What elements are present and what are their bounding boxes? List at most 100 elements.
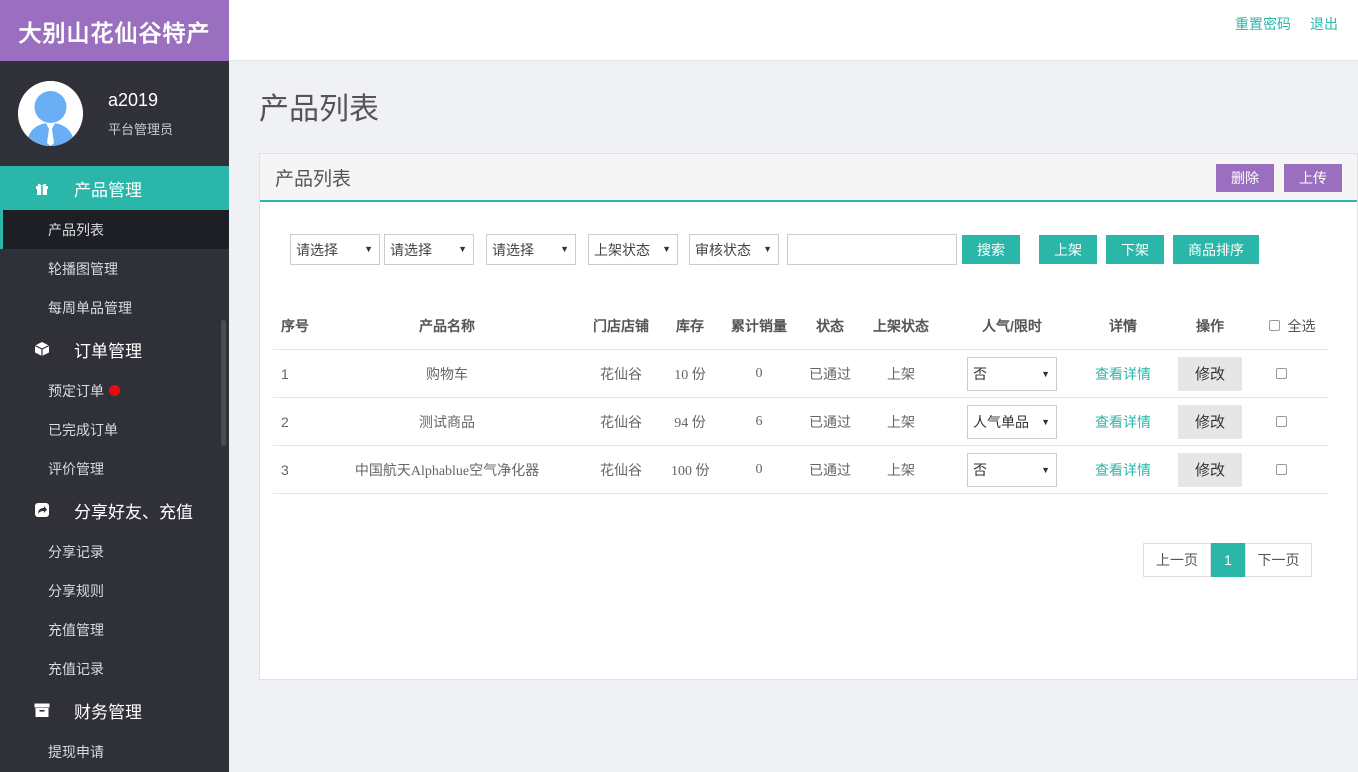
category-select-1[interactable]: 请选择 ▼ <box>290 234 380 265</box>
page-title: 产品列表 <box>259 93 379 126</box>
table-row: 1 购物车 花仙谷 10 份 0 已通过 上架 否 ▼ 查看详情 修改 <box>273 350 1328 398</box>
view-detail-link[interactable]: 查看详情 <box>1073 460 1173 480</box>
product-table: 序号 产品名称 门店店铺 库存 累计销量 状态 上架状态 人气/限时 详情 操作… <box>273 302 1328 494</box>
nav-item-reserved-orders[interactable]: 预定订单 <box>0 371 229 410</box>
nav-item-product-list[interactable]: 产品列表 <box>0 210 229 249</box>
nav-group-share[interactable]: 分享好友、充值 <box>0 488 229 532</box>
delete-button[interactable]: 删除 <box>1216 164 1274 192</box>
cell-popular: 否 ▼ <box>951 452 1073 487</box>
filter-bar: 请选择 ▼ 请选择 ▼ 请选择 ▼ 上架状态 ▼ 审核状态 ▼ 搜索 上架 下架 商品排序 <box>290 234 1259 265</box>
table-header: 序号 产品名称 门店店铺 库存 累计销量 状态 上架状态 人气/限时 详情 操作… <box>273 302 1328 350</box>
view-detail-link[interactable]: 查看详情 <box>1073 364 1173 384</box>
nav-group-products[interactable]: 产品管理 <box>0 166 229 210</box>
review-status-select[interactable]: 审核状态 ▼ <box>689 234 779 265</box>
top-bar: 重置密码 退出 <box>229 0 1358 61</box>
nav-group-label: 分享好友、充值 <box>74 502 193 522</box>
nav-item-recharge-manage[interactable]: 充值管理 <box>0 610 229 649</box>
category-select-2[interactable]: 请选择 ▼ <box>384 234 474 265</box>
edit-button[interactable]: 修改 <box>1178 452 1242 487</box>
panel-title: 产品列表 <box>275 169 352 190</box>
off-shelf-button[interactable]: 下架 <box>1106 235 1164 264</box>
nav-item-completed-orders[interactable]: 已完成订单 <box>0 410 229 449</box>
category-select-3[interactable]: 请选择 ▼ <box>486 234 576 265</box>
upload-button[interactable]: 上传 <box>1284 164 1342 192</box>
cell-shelf: 上架 <box>887 461 915 478</box>
popular-select[interactable]: 否 ▼ <box>967 452 1057 487</box>
select-all[interactable]: 全选 <box>1247 316 1327 336</box>
on-shelf-button[interactable]: 上架 <box>1039 235 1097 264</box>
nav-item-share-rules[interactable]: 分享规则 <box>0 571 229 610</box>
col-detail: 详情 <box>1109 317 1137 334</box>
page-1-button[interactable]: 1 <box>1211 543 1245 577</box>
nav-item-label: 预定订单 <box>48 382 104 399</box>
nav-item-weekly-product[interactable]: 每周单品管理 <box>0 288 229 327</box>
popular-select[interactable]: 人气单品 ▼ <box>967 404 1057 439</box>
cell-sales: 0 <box>755 461 763 477</box>
edit-button[interactable]: 修改 <box>1178 356 1242 391</box>
product-panel: 产品列表 删除 上传 请选择 ▼ 请选择 ▼ 请选择 ▼ 上架状态 ▼ 审核状态 ▼ 搜索… <box>259 153 1358 680</box>
cell-popular: 否 ▼ <box>951 356 1073 391</box>
caret-down-icon: ▼ <box>662 244 671 254</box>
search-button[interactable]: 搜索 <box>962 235 1020 264</box>
view-detail-link[interactable]: 查看详情 <box>1073 412 1173 432</box>
logout-link[interactable]: 退出 <box>1310 14 1338 34</box>
share-icon <box>34 502 50 518</box>
cell-sales: 6 <box>755 413 763 429</box>
cell-shelf: 上架 <box>887 365 915 382</box>
cell-status: 已通过 <box>809 413 851 430</box>
cell-status: 已通过 <box>809 365 851 382</box>
row-checkbox[interactable] <box>1275 367 1287 379</box>
select-all-label: 全选 <box>1287 317 1316 334</box>
user-name: a2019 <box>108 89 159 110</box>
cell-sales: 0 <box>755 365 763 381</box>
nav-item-recharge-records[interactable]: 充值记录 <box>0 649 229 688</box>
sidebar: 大别山花仙谷特产 a2019 平台管理员 产品管理 产品列表 轮播图管理 每周单… <box>0 0 229 772</box>
nav-item-carousel[interactable]: 轮播图管理 <box>0 249 229 288</box>
search-input[interactable] <box>787 234 957 265</box>
cell-name: 购物车 <box>426 365 468 382</box>
col-name: 产品名称 <box>419 317 475 334</box>
caret-down-icon: ▼ <box>560 244 569 254</box>
nav-group-orders[interactable]: 订单管理 <box>0 327 229 371</box>
select-value: 否 <box>973 365 987 382</box>
select-value: 审核状态 <box>695 241 751 258</box>
pagination: 上一页 1 下一页 <box>1143 543 1312 577</box>
nav-item-reviews[interactable]: 评价管理 <box>0 449 229 488</box>
caret-down-icon: ▼ <box>458 244 467 254</box>
nav-group-label: 产品管理 <box>74 180 142 200</box>
cell-stock: 10 份 <box>674 367 706 383</box>
prev-page-button[interactable]: 上一页 <box>1143 543 1211 577</box>
row-checkbox[interactable] <box>1275 463 1287 475</box>
col-action: 操作 <box>1196 317 1224 334</box>
table-row: 2 测试商品 花仙谷 94 份 6 已通过 上架 人气单品 ▼ 查看详情 修改 <box>273 398 1328 446</box>
cell-action: 修改 <box>1173 356 1247 391</box>
select-value: 人气单品 <box>973 413 1029 430</box>
col-stock: 库存 <box>676 317 704 334</box>
nav-group-finance[interactable]: 财务管理 <box>0 688 229 732</box>
row-checkbox[interactable] <box>1275 415 1287 427</box>
popular-select[interactable]: 否 ▼ <box>967 356 1057 391</box>
reset-password-link[interactable]: 重置密码 <box>1235 14 1291 34</box>
user-role: 平台管理员 <box>108 121 174 137</box>
user-panel: a2019 平台管理员 <box>0 61 229 166</box>
nav-group-label: 订单管理 <box>74 341 142 361</box>
nav-item-withdraw[interactable]: 提现申请 <box>0 732 229 771</box>
cell-select <box>1247 414 1327 430</box>
cell-shelf: 上架 <box>887 413 915 430</box>
select-all-checkbox[interactable] <box>1268 320 1280 331</box>
sort-products-button[interactable]: 商品排序 <box>1173 235 1259 264</box>
table-row: 3 中国航天Alphablue空气净化器 花仙谷 100 份 0 已通过 上架 … <box>273 446 1328 494</box>
caret-down-icon: ▼ <box>364 244 373 254</box>
edit-button[interactable]: 修改 <box>1178 404 1242 439</box>
cell-index: 1 <box>281 365 289 382</box>
cube-icon <box>34 341 50 357</box>
cell-select <box>1247 462 1327 478</box>
caret-down-icon: ▼ <box>1041 416 1050 427</box>
shelf-status-select[interactable]: 上架状态 ▼ <box>588 234 678 265</box>
next-page-button[interactable]: 下一页 <box>1245 543 1312 577</box>
nav-item-share-records[interactable]: 分享记录 <box>0 532 229 571</box>
cell-popular: 人气单品 ▼ <box>951 404 1073 439</box>
caret-down-icon: ▼ <box>763 244 772 254</box>
sidebar-scrollbar[interactable] <box>221 320 226 446</box>
cell-name: 中国航天Alphablue空气净化器 <box>354 463 540 479</box>
